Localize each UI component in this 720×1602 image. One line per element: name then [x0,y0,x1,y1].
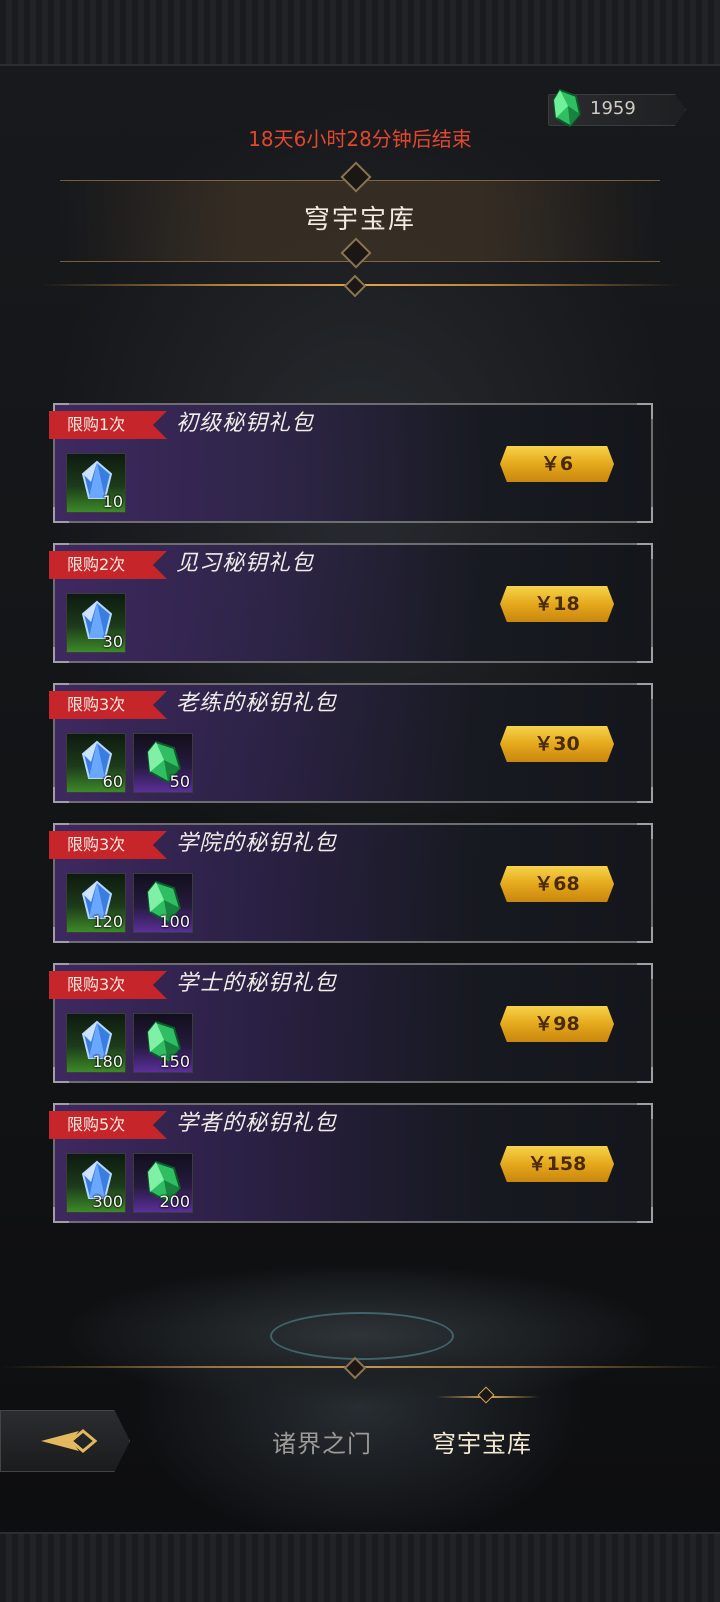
card-corner-ornament [637,927,653,943]
item-count: 60 [102,772,123,791]
item-count: 150 [159,1052,190,1071]
green-crystal-icon [550,88,584,128]
buy-price-button[interactable]: ￥68 [500,866,614,902]
card-corner-ornament [637,403,653,419]
item-count: 180 [92,1052,123,1071]
purchase-limit-tag: 限购1次 [49,411,167,439]
item-count: 50 [169,772,190,791]
reward-item-slot[interactable]: 60 [66,733,126,793]
pack-name: 初级秘钥礼包 [176,411,315,436]
purchase-limit-tag: 限购2次 [49,551,167,579]
page-title: 穹宇宝库 [303,205,416,235]
pack-name: 学者的秘钥礼包 [176,1111,338,1136]
reward-item-slot[interactable]: 120 [66,873,126,933]
item-count: 120 [92,912,123,931]
card-corner-ornament [637,1067,653,1083]
purchase-limit-tag: 限购3次 [49,971,167,999]
purchase-limit-tag: 限购3次 [49,831,167,859]
buy-price-button[interactable]: ￥18 [500,586,614,622]
card-corner-ornament [637,543,653,559]
altar-rune-ring [270,1312,454,1360]
reward-item-slot[interactable]: 10 [66,453,126,513]
card-corner-ornament [637,787,653,803]
item-count: 10 [102,492,123,511]
pack-name: 学院的秘钥礼包 [176,831,338,856]
purchase-limit-tag: 限购5次 [49,1111,167,1139]
bottom-frame-border [0,1532,720,1602]
buy-price-button[interactable]: ￥98 [500,1006,614,1042]
currency-amount: 1959 [590,98,636,119]
tab-cosmic-vault[interactable]: 穹宇宝库 [432,1424,532,1464]
reward-item-slot[interactable]: 300 [66,1153,126,1213]
card-corner-ornament [637,683,653,699]
reward-item-slot[interactable]: 150 [133,1013,193,1073]
item-count: 200 [159,1192,190,1211]
buy-price-button[interactable]: ￥30 [500,726,614,762]
pack-name: 见习秘钥礼包 [176,551,315,576]
card-corner-ornament [637,647,653,663]
back-button[interactable] [0,1410,130,1472]
event-countdown: 18天6小时28分钟后结束 [248,127,472,151]
reward-item-slot[interactable]: 50 [133,733,193,793]
purchase-limit-tag: 限购3次 [49,691,167,719]
card-corner-ornament [637,1103,653,1119]
card-corner-ornament [637,823,653,839]
card-corner-ornament [637,1207,653,1223]
pack-name: 老练的秘钥礼包 [176,691,338,716]
reward-item-slot[interactable]: 30 [66,593,126,653]
tab-realm-gate[interactable]: 诸界之门 [272,1424,372,1464]
item-count: 300 [92,1192,123,1211]
card-corner-ornament [637,963,653,979]
buy-price-button[interactable]: ￥6 [500,446,614,482]
card-corner-ornament [637,507,653,523]
item-count: 30 [102,632,123,651]
buy-price-button[interactable]: ￥158 [500,1146,614,1182]
top-frame-border [0,0,720,66]
reward-item-slot[interactable]: 200 [133,1153,193,1213]
reward-item-slot[interactable]: 180 [66,1013,126,1073]
reward-item-slot[interactable]: 100 [133,873,193,933]
pack-name: 学士的秘钥礼包 [176,971,338,996]
item-count: 100 [159,912,190,931]
